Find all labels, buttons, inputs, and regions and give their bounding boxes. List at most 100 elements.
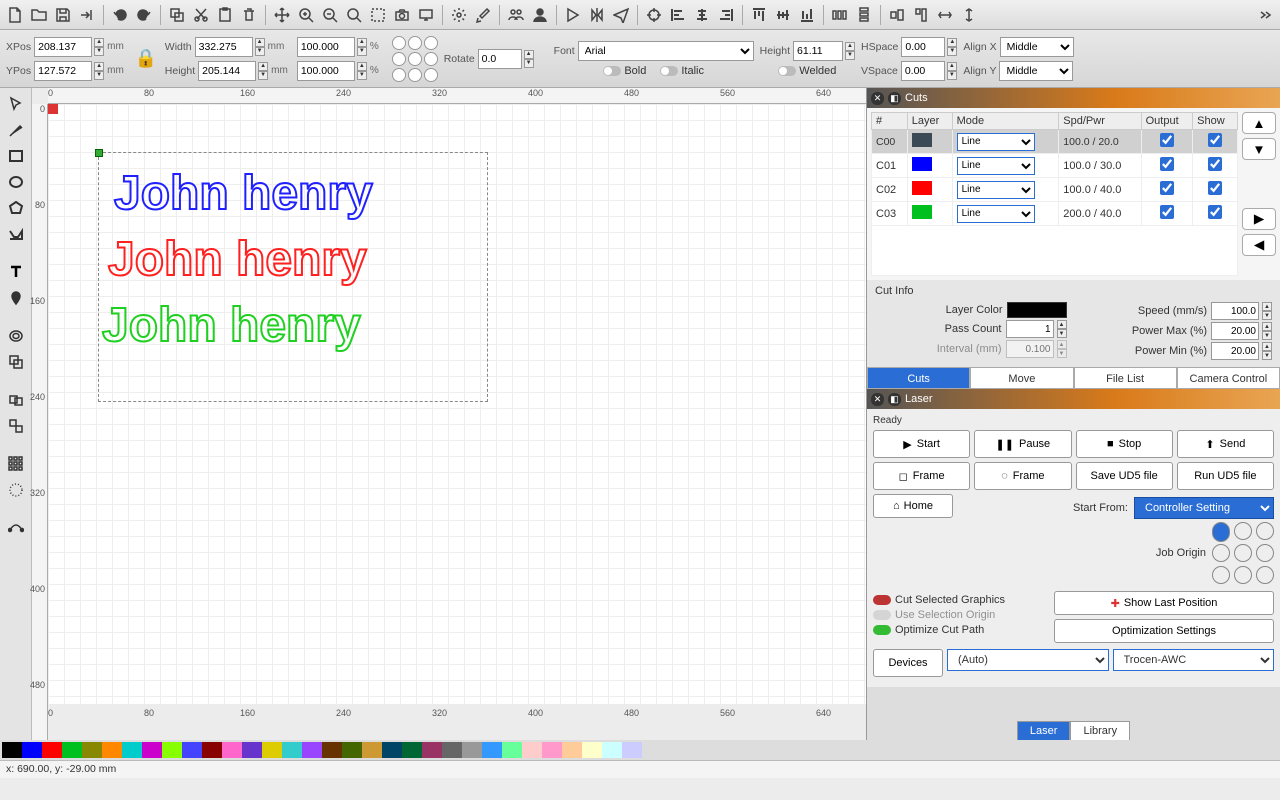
ungroup-icon[interactable] xyxy=(4,414,28,438)
palette-color[interactable] xyxy=(302,742,322,758)
palette-color[interactable] xyxy=(62,742,82,758)
show-last-position-button[interactable]: ✚ Show Last Position xyxy=(1054,591,1274,615)
arrange-v-icon[interactable] xyxy=(958,4,980,26)
controller-select[interactable]: Trocen-AWC xyxy=(1113,649,1275,671)
rotate-input[interactable] xyxy=(478,49,522,69)
save-icon[interactable] xyxy=(52,4,74,26)
copy-icon[interactable] xyxy=(166,4,188,26)
text-tool-icon[interactable] xyxy=(4,260,28,284)
palette-color[interactable] xyxy=(342,742,362,758)
palette-color[interactable] xyxy=(362,742,382,758)
weld-tool-icon[interactable] xyxy=(4,350,28,374)
italic-toggle[interactable]: Italic xyxy=(660,65,704,77)
mirror-h-icon[interactable] xyxy=(586,4,608,26)
pause-button[interactable]: ❚❚ Pause xyxy=(974,430,1071,458)
ypos-input[interactable] xyxy=(34,61,92,81)
palette-color[interactable] xyxy=(502,742,522,758)
tab-camera[interactable]: Camera Control xyxy=(1177,367,1280,389)
edit-nodes-icon[interactable] xyxy=(4,516,28,540)
tab-library[interactable]: Library xyxy=(1070,721,1130,740)
group-icon[interactable] xyxy=(4,388,28,412)
more-icon[interactable] xyxy=(1254,4,1276,26)
camera-icon[interactable] xyxy=(391,4,413,26)
align-right-icon[interactable] xyxy=(715,4,737,26)
palette-color[interactable] xyxy=(102,742,122,758)
width-input[interactable] xyxy=(195,37,253,57)
pan-icon[interactable] xyxy=(271,4,293,26)
settings-icon[interactable] xyxy=(448,4,470,26)
open-file-icon[interactable] xyxy=(28,4,50,26)
align-top-icon[interactable] xyxy=(748,4,770,26)
user-icon[interactable] xyxy=(529,4,551,26)
start-from-select[interactable]: Controller Setting xyxy=(1134,497,1274,519)
scale-y-input[interactable] xyxy=(297,61,355,81)
marker-tool-icon[interactable] xyxy=(4,286,28,310)
zoom-frame-icon[interactable] xyxy=(367,4,389,26)
frame-circle-button[interactable]: ◌ Frame xyxy=(974,462,1071,490)
text-height-input[interactable] xyxy=(793,41,843,61)
move-down-button[interactable]: ▼ xyxy=(1242,138,1276,160)
align-center-icon[interactable] xyxy=(691,4,713,26)
select-tool-icon[interactable] xyxy=(4,92,28,116)
palette-color[interactable] xyxy=(142,742,162,758)
palette-color[interactable] xyxy=(202,742,222,758)
vspace-input[interactable] xyxy=(901,61,945,81)
rectangle-tool-icon[interactable] xyxy=(4,144,28,168)
ellipse-tool-icon[interactable] xyxy=(4,170,28,194)
run-ud5-button[interactable]: Run UD5 file xyxy=(1177,462,1274,490)
palette-color[interactable] xyxy=(582,742,602,758)
font-select[interactable]: Arial xyxy=(578,41,754,61)
welded-toggle[interactable]: Welded xyxy=(778,65,836,77)
send-icon[interactable] xyxy=(610,4,632,26)
pass-count-input[interactable] xyxy=(1006,320,1054,338)
palette-color[interactable] xyxy=(322,742,342,758)
align-bottom-icon[interactable] xyxy=(796,4,818,26)
palette-color[interactable] xyxy=(382,742,402,758)
close-icon[interactable]: ✕ xyxy=(871,393,884,406)
canvas[interactable]: 0 80 160 240 320 400 480 560 640 0 80 16… xyxy=(32,88,866,740)
palette-color[interactable] xyxy=(2,742,22,758)
palette-color[interactable] xyxy=(182,742,202,758)
device-select[interactable]: (Auto) xyxy=(947,649,1109,671)
polygon-tool-icon[interactable] xyxy=(4,196,28,220)
height-input[interactable] xyxy=(198,61,256,81)
cut-selected-toggle[interactable] xyxy=(873,595,891,605)
devices-button[interactable]: Devices xyxy=(873,649,943,677)
palette-color[interactable] xyxy=(262,742,282,758)
palette-color[interactable] xyxy=(222,742,242,758)
draw-line-icon[interactable] xyxy=(4,118,28,142)
arrange-h-icon[interactable] xyxy=(934,4,956,26)
start-button[interactable]: ▶ Start xyxy=(873,430,970,458)
palette-color[interactable] xyxy=(622,742,642,758)
hspace-input[interactable] xyxy=(901,37,945,57)
palette-color[interactable] xyxy=(602,742,622,758)
offset-tool-icon[interactable] xyxy=(4,324,28,348)
delete-icon[interactable] xyxy=(238,4,260,26)
palette-color[interactable] xyxy=(562,742,582,758)
power-max-input[interactable] xyxy=(1211,322,1259,340)
palette-color[interactable] xyxy=(42,742,62,758)
cut-icon[interactable] xyxy=(190,4,212,26)
tab-laser[interactable]: Laser xyxy=(1017,721,1071,740)
job-origin-grid[interactable] xyxy=(1212,522,1274,584)
close-icon[interactable]: ✕ xyxy=(871,92,884,105)
dock-icon[interactable]: ◧ xyxy=(888,393,901,406)
center-icon[interactable] xyxy=(643,4,665,26)
scale-x-input[interactable] xyxy=(297,37,355,57)
dist-h-icon[interactable] xyxy=(829,4,851,26)
tab-filelist[interactable]: File List xyxy=(1074,367,1177,389)
palette-color[interactable] xyxy=(422,742,442,758)
layer-color-swatch[interactable] xyxy=(1007,302,1067,318)
tools-icon[interactable] xyxy=(472,4,494,26)
cut-row[interactable]: C00Line100.0 / 20.0 xyxy=(872,130,1238,154)
stop-button[interactable]: ■ Stop xyxy=(1076,430,1173,458)
zoom-sel-icon[interactable] xyxy=(295,4,317,26)
use-selection-toggle[interactable] xyxy=(873,610,891,620)
palette-color[interactable] xyxy=(462,742,482,758)
import-icon[interactable] xyxy=(76,4,98,26)
array-grid-icon[interactable] xyxy=(4,452,28,476)
optimization-settings-button[interactable]: Optimization Settings xyxy=(1054,619,1274,643)
palette-color[interactable] xyxy=(402,742,422,758)
palette-color[interactable] xyxy=(482,742,502,758)
bold-toggle[interactable]: Bold xyxy=(603,65,646,77)
